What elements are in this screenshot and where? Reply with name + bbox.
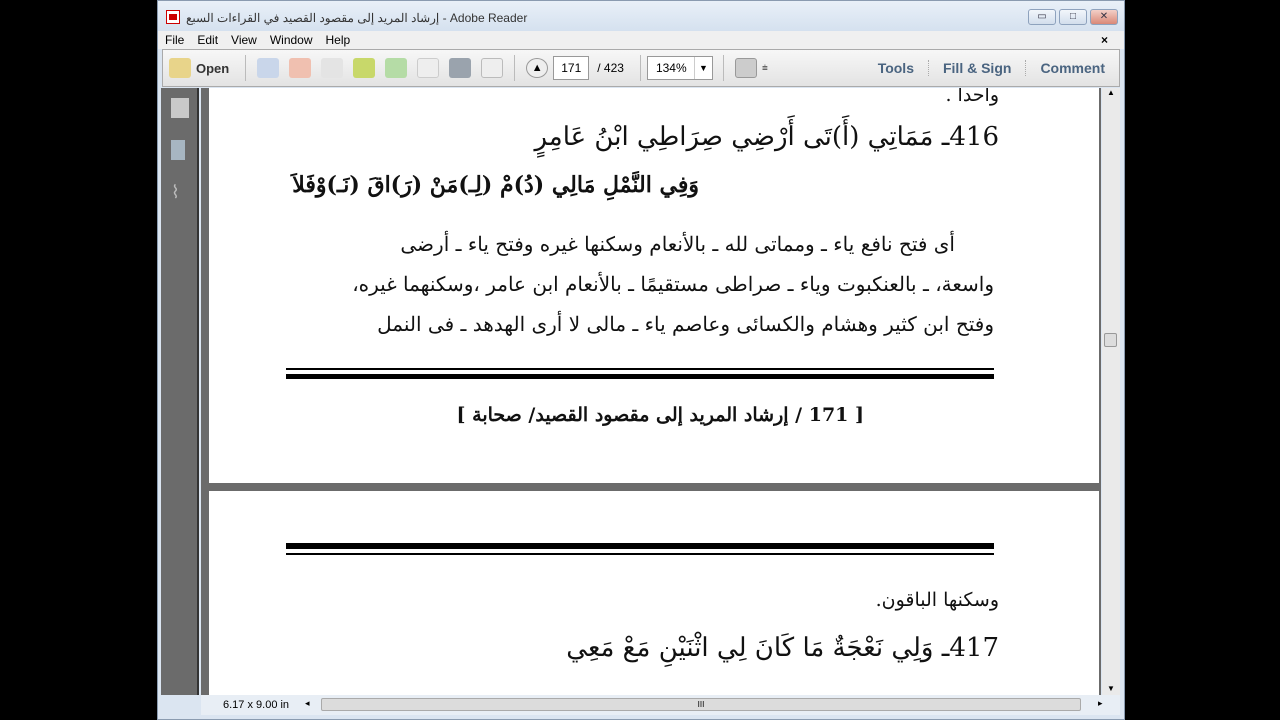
- toolbar-overflow-icon[interactable]: ⩧: [762, 63, 768, 74]
- horizontal-scrollbar[interactable]: III: [321, 698, 1081, 711]
- page-number-input[interactable]: 171: [553, 56, 590, 80]
- bookmarks-icon[interactable]: [171, 140, 185, 160]
- export-pdf-icon[interactable]: [289, 58, 312, 78]
- footer-rule: [286, 368, 994, 370]
- open-button[interactable]: Open: [196, 61, 229, 76]
- header-rule: [286, 543, 994, 549]
- text-line: واحداً .: [945, 88, 999, 106]
- page-footer: [ 171 / إرشاد المريد إلى مقصود القصيد/ ص…: [456, 404, 864, 426]
- menu-view[interactable]: View: [224, 31, 263, 49]
- close-document-button[interactable]: ×: [1094, 31, 1114, 49]
- menu-help[interactable]: Help: [319, 31, 357, 49]
- fill-sign-pane-button[interactable]: Fill & Sign: [927, 60, 1025, 76]
- title-bar: إرشاد المريد إلى مقصود القصيد في القراءا…: [158, 1, 1124, 31]
- create-pdf-icon[interactable]: [257, 58, 280, 78]
- folder-icon[interactable]: [169, 58, 191, 78]
- edit-pdf-icon[interactable]: [321, 58, 344, 78]
- verse-line: وَفِي النَّمْلِ مَالِي (دُ)مْ (لِـ)مَنْ …: [292, 172, 699, 198]
- pdf-app-icon: [166, 10, 180, 24]
- text-line: وسكنها الباقون.: [875, 589, 999, 611]
- scroll-up-arrow[interactable]: ▲: [1102, 88, 1120, 97]
- menu-bar: File Edit View Window Help ×: [158, 31, 1124, 49]
- send-files-icon[interactable]: [353, 58, 376, 78]
- commentary-line: وفتح ابن كثير وهشام والكسائى وعاصم ياء ـ…: [377, 312, 994, 336]
- chevron-down-icon[interactable]: ▼: [693, 57, 712, 79]
- document-view: واحداً . 416ـ مَمَاتِي (أَ)تَى أَرْضِي ص…: [201, 88, 1101, 695]
- page-171: واحداً . 416ـ مَمَاتِي (أَ)تَى أَرْضِي ص…: [209, 88, 1099, 483]
- commentary-line: أى فتح نافع ياء ـ ومماتى لله ـ بالأنعام …: [400, 232, 955, 256]
- adobe-reader-window: إرشاد المريد إلى مقصود القصيد في القراءا…: [157, 0, 1125, 720]
- comment-pane-button[interactable]: Comment: [1025, 60, 1119, 76]
- status-bar: 6.17 x 9.00 in ◂ III ▸: [201, 695, 1120, 715]
- scroll-down-arrow[interactable]: ▼: [1102, 684, 1120, 693]
- scroll-right-arrow[interactable]: ▸: [1098, 698, 1103, 709]
- page-total: / 423: [597, 61, 624, 75]
- previous-page-icon[interactable]: ▲: [526, 58, 549, 78]
- menu-file[interactable]: File: [158, 31, 190, 49]
- vertical-scroll-thumb[interactable]: [1104, 333, 1117, 347]
- verse-line: 416ـ مَمَاتِي (أَ)تَى أَرْضِي صِرَاطِي ا…: [534, 122, 999, 152]
- cloud-upload-icon[interactable]: [385, 58, 408, 78]
- vertical-scrollbar[interactable]: ▲ ▼: [1102, 88, 1120, 695]
- menu-window[interactable]: Window: [263, 31, 319, 49]
- fullscreen-icon[interactable]: [734, 58, 757, 78]
- zoom-select[interactable]: 134% ▼: [646, 56, 713, 80]
- page-172: وسكنها الباقون. 417ـ وَلِي نَعْجَةٌ مَا …: [209, 491, 1099, 695]
- page-thumbnails-icon[interactable]: [171, 98, 189, 118]
- verse-line: 417ـ وَلِي نَعْجَةٌ مَا كَانَ لِي اثْنَي…: [566, 633, 999, 663]
- window-title: إرشاد المريد إلى مقصود القصيد في القراءا…: [186, 11, 528, 25]
- close-button[interactable]: ✕: [1090, 9, 1118, 25]
- menu-edit[interactable]: Edit: [190, 31, 224, 49]
- scroll-left-arrow[interactable]: ◂: [305, 698, 310, 709]
- print-icon[interactable]: [449, 58, 472, 78]
- header-rule: [286, 553, 994, 555]
- toolbar: Open ▲ 171 / 423 134% ▼ ⩧ Tools Fill & Si…: [162, 49, 1120, 87]
- zoom-value: 134%: [655, 61, 687, 75]
- footer-rule: [286, 374, 994, 379]
- commentary-line: واسعة، ـ بالعنكبوت وياء ـ صراطى مستقيمًا…: [352, 272, 994, 296]
- navigation-pane: ⌇: [161, 88, 199, 695]
- tools-pane-button[interactable]: Tools: [864, 60, 928, 76]
- attachments-icon[interactable]: ⌇: [171, 182, 189, 202]
- email-icon[interactable]: [481, 58, 504, 78]
- maximize-button[interactable]: □: [1059, 9, 1087, 25]
- save-icon[interactable]: [417, 58, 440, 78]
- page-size: 6.17 x 9.00 in: [223, 699, 290, 711]
- minimize-button[interactable]: ▭: [1028, 9, 1056, 25]
